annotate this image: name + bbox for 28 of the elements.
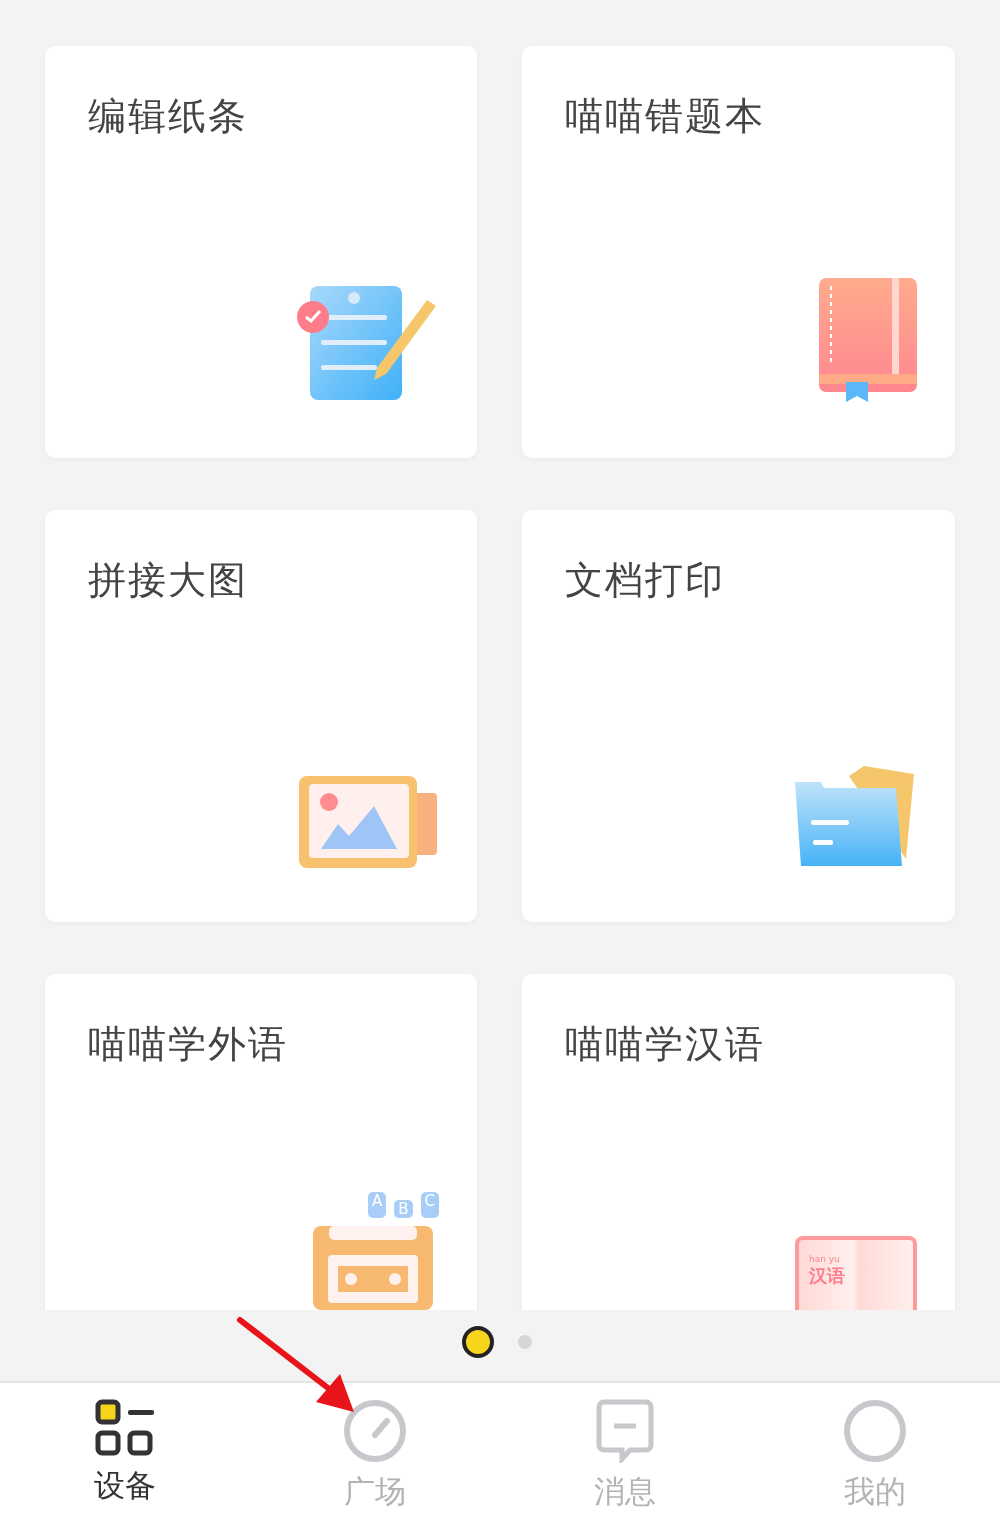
page-dot[interactable] [518,1335,532,1349]
book-label: 汉语 [809,1264,846,1288]
feature-card[interactable]: 编辑纸条 [45,46,477,458]
cassette-icon [313,1226,434,1310]
card-title: 文档打印 [565,557,726,604]
feature-card[interactable]: 文档打印 [522,510,955,922]
card-title: 喵喵错题本 [565,93,766,140]
message-icon [596,1399,654,1463]
compass-icon [343,1399,407,1463]
folder-icon [793,766,917,868]
page-dot[interactable] [462,1326,494,1358]
feature-card[interactable]: 拼接大图 [45,510,477,922]
profile-icon [843,1399,907,1463]
feature-card[interactable]: 喵喵学汉语 han yu 汉语 [522,974,955,1310]
card-title: 喵喵学汉语 [565,1021,766,1068]
card-title: 喵喵学外语 [88,1021,289,1068]
notebook-icon [819,278,917,404]
letter-tile: C [420,1192,439,1218]
card-title: 拼接大图 [88,557,249,604]
pinyin-label: han yu [809,1254,841,1264]
feature-card[interactable]: 喵喵学外语 A B C [45,974,477,1310]
nav-tab[interactable]: 设备 [0,1383,250,1518]
card-title: 编辑纸条 [88,93,249,140]
grid-icon [95,1399,155,1457]
photo-icon [299,776,439,868]
feature-card[interactable]: 喵喵错题本 [522,46,955,458]
letter-tile: A [367,1192,387,1218]
letter-tile: B [394,1200,413,1218]
